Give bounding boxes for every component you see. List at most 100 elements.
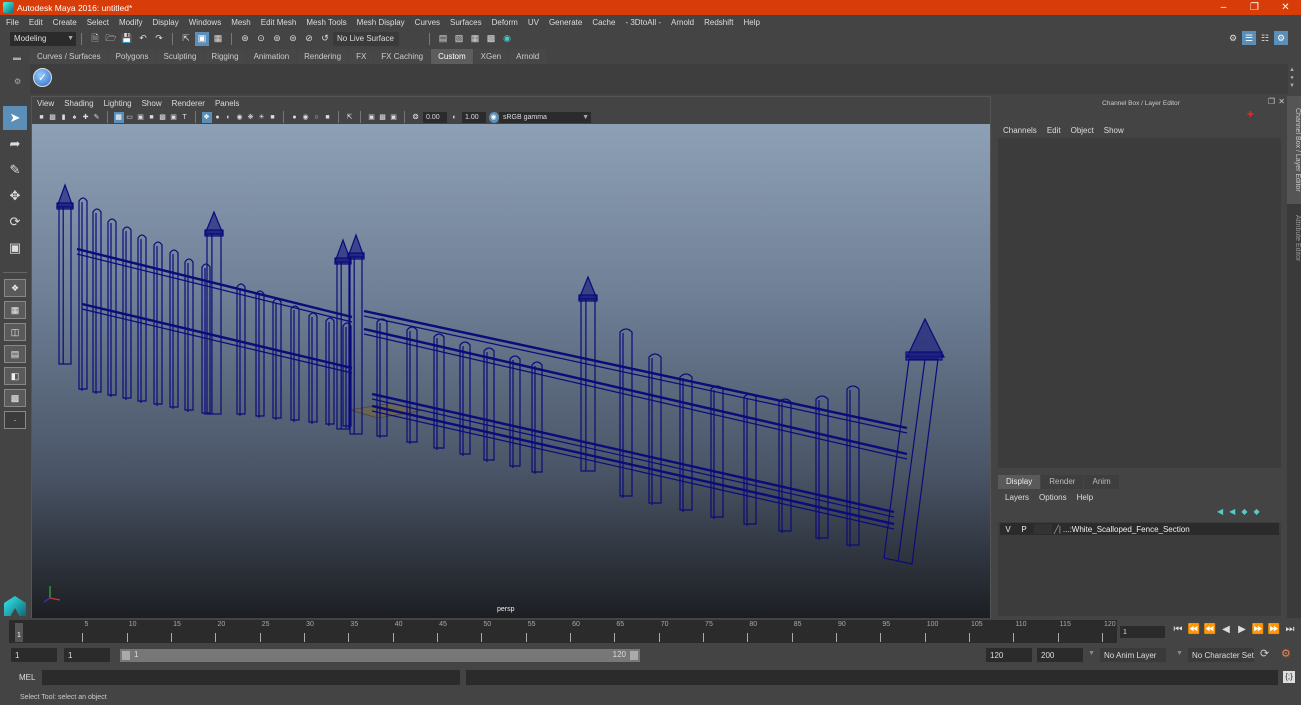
textured-icon[interactable]: ❋ [246,112,256,123]
gate-mask-icon[interactable]: ■ [147,112,157,123]
side-tab-attribute-editor[interactable]: Attribute Editor [1287,206,1301,270]
snap-point-icon[interactable]: ⊚ [270,32,284,46]
render-view-icon[interactable]: ▤ [436,32,450,46]
menu-file[interactable]: File [6,18,19,27]
layer-tab-render[interactable]: Render [1041,475,1084,489]
make-live-icon[interactable]: ↺ [318,32,332,46]
shelf-tab-sculpting[interactable]: Sculpting [156,49,204,64]
command-language-label[interactable]: MEL [19,673,35,682]
paint-select-tool-icon[interactable]: ✎ [3,158,27,182]
layer-menu-help[interactable]: Help [1077,493,1093,502]
go-to-end-button[interactable]: ⏭ [1282,624,1298,635]
custom-shelf-checkmark-button[interactable]: ✓ [33,68,52,87]
select-hierarchy-icon[interactable]: ⇱ [179,32,193,46]
animation-preferences-icon[interactable]: ⚙ [1281,647,1291,660]
step-back-key-button[interactable]: ⏪ [1202,624,1218,635]
select-object-icon[interactable]: ▣ [195,31,209,46]
chevron-down-icon[interactable]: ▼ [1176,650,1183,657]
close-button[interactable]: ✕ [1270,0,1301,15]
current-time-marker[interactable]: 1 [15,623,23,642]
shelf-tab-animation[interactable]: Animation [246,49,297,64]
save-scene-icon[interactable]: 💾 [120,32,134,46]
layer-name[interactable]: ...:White_Scalloped_Fence_Section [1063,525,1190,534]
menu-generate[interactable]: Generate [549,18,582,27]
rotate-tool-icon[interactable]: ⟳ [3,210,27,234]
shelf-scroll[interactable]: ▲ ● ▼ [1287,66,1297,90]
create-empty-layer-icon[interactable]: ◆ [1241,507,1247,516]
menu-uv[interactable]: UV [528,18,539,27]
viewport-menu-renderer[interactable]: Renderer [172,99,205,108]
color-management-icon[interactable]: ◉ [488,111,499,123]
color-space-dropdown[interactable]: sRGB gamma ▼ [499,111,591,123]
resolution-gate-icon[interactable]: ▣ [136,112,146,123]
range-slider[interactable]: 1 120 [120,649,640,662]
xray-icon[interactable]: ▣ [367,112,377,123]
layer-tab-anim[interactable]: Anim [1084,475,1119,489]
hypershade-layout-icon[interactable]: ◧ [4,367,26,385]
persp-uv-layout-icon[interactable]: ▩ [4,389,26,407]
maya-home-icon[interactable] [4,596,26,616]
select-camera-icon[interactable]: ■ [37,112,47,123]
2d-pan-zoom-icon[interactable]: ✚ [81,112,91,123]
ipr-render-icon[interactable]: ▦ [468,32,482,46]
current-frame-field[interactable]: 1 [1120,626,1165,638]
menu-mesh-tools[interactable]: Mesh Tools [306,18,346,27]
channel-box-toggle-icon[interactable]: ⚙ [1274,31,1288,45]
layer-playback-toggle[interactable]: P [1016,525,1032,534]
viewport-menu-panels[interactable]: Panels [215,99,239,108]
shelf-menu-icon[interactable]: ▬ [13,53,21,62]
play-forwards-button[interactable]: ▶ [1234,624,1250,635]
snap-curve-icon[interactable]: ⊙ [254,32,268,46]
motion-blur-icon[interactable]: ◉ [301,112,311,123]
playback-start-field[interactable]: 1 [64,648,110,662]
gamma-icon[interactable]: ◐ [450,112,460,123]
side-tab-channel-box[interactable]: Channel Box / Layer Editor [1287,96,1301,204]
depth-of-field-icon[interactable]: ■ [323,112,333,123]
menu-deform[interactable]: Deform [492,18,518,27]
character-set-dropdown[interactable]: No Character Set [1188,648,1254,662]
cb-menu-edit[interactable]: Edit [1047,126,1061,135]
xray-joints-icon[interactable]: ▩ [378,112,388,123]
fence-wireframe-model[interactable] [32,124,990,618]
use-all-lights-icon[interactable]: ☀ [257,112,267,123]
grid-icon[interactable]: ▦ [113,111,124,123]
step-forward-frame-button[interactable]: ⏩ [1266,624,1282,635]
viewport-menu-lighting[interactable]: Lighting [104,99,132,108]
animation-start-field[interactable]: 1 [11,648,57,662]
shelf-tab-curves-surfaces[interactable]: Curves / Surfaces [30,49,108,64]
menu-modify[interactable]: Modify [119,18,143,27]
render-current-icon[interactable]: ▧ [452,32,466,46]
shelf-tab-fx[interactable]: FX [349,49,374,64]
attribute-editor-toggle-icon[interactable]: ☷ [1258,31,1272,45]
play-backwards-button[interactable]: ◀ [1218,624,1234,635]
cb-menu-channels[interactable]: Channels [1003,126,1037,135]
redo-icon[interactable]: ↷ [152,32,166,46]
step-back-frame-button[interactable]: ⏪ [1186,624,1202,635]
3d-scene-view[interactable]: persp [32,124,990,618]
playback-end-field[interactable]: 120 [986,648,1032,662]
grease-pencil-icon[interactable]: ✎ [92,112,102,123]
minimize-button[interactable]: – [1208,0,1239,15]
menu-select[interactable]: Select [87,18,109,27]
default-material-icon[interactable]: ◐ [224,112,234,123]
snap-view-plane-icon[interactable]: ⊜ [286,32,300,46]
wireframe-on-shaded-icon[interactable]: ◉ [235,112,245,123]
move-tool-icon[interactable]: ✥ [3,184,27,208]
viewport-panel[interactable]: View Shading Lighting Show Renderer Pane… [31,96,991,618]
menu-help[interactable]: Help [743,18,759,27]
xray-components-icon[interactable]: ▣ [389,112,399,123]
shelf-tab-custom[interactable]: Custom [431,49,473,64]
shelf-tab-rendering[interactable]: Rendering [297,49,349,64]
menu-arnold[interactable]: Arnold [671,18,694,27]
gamma-field[interactable]: 1.00 [462,111,486,123]
menu-cache[interactable]: Cache [592,18,615,27]
create-layer-from-selected-icon[interactable]: ◆ [1253,507,1259,516]
new-scene-icon[interactable]: 🗎 [88,32,102,46]
sculpt-tools-icon[interactable]: ⚙ [1226,31,1240,45]
time-slider[interactable]: 1 5 10 15 20 25 30 35 40 45 50 55 60 65 70 75 80 85 90 95 1… [9,620,1117,643]
hypershade-icon[interactable]: ◉ [500,32,514,46]
menu-create[interactable]: Create [53,18,77,27]
menu-surfaces[interactable]: Surfaces [450,18,482,27]
single-perspective-layout-icon[interactable]: ❖ [4,279,26,297]
exposure-field[interactable]: 0.00 [423,111,447,123]
